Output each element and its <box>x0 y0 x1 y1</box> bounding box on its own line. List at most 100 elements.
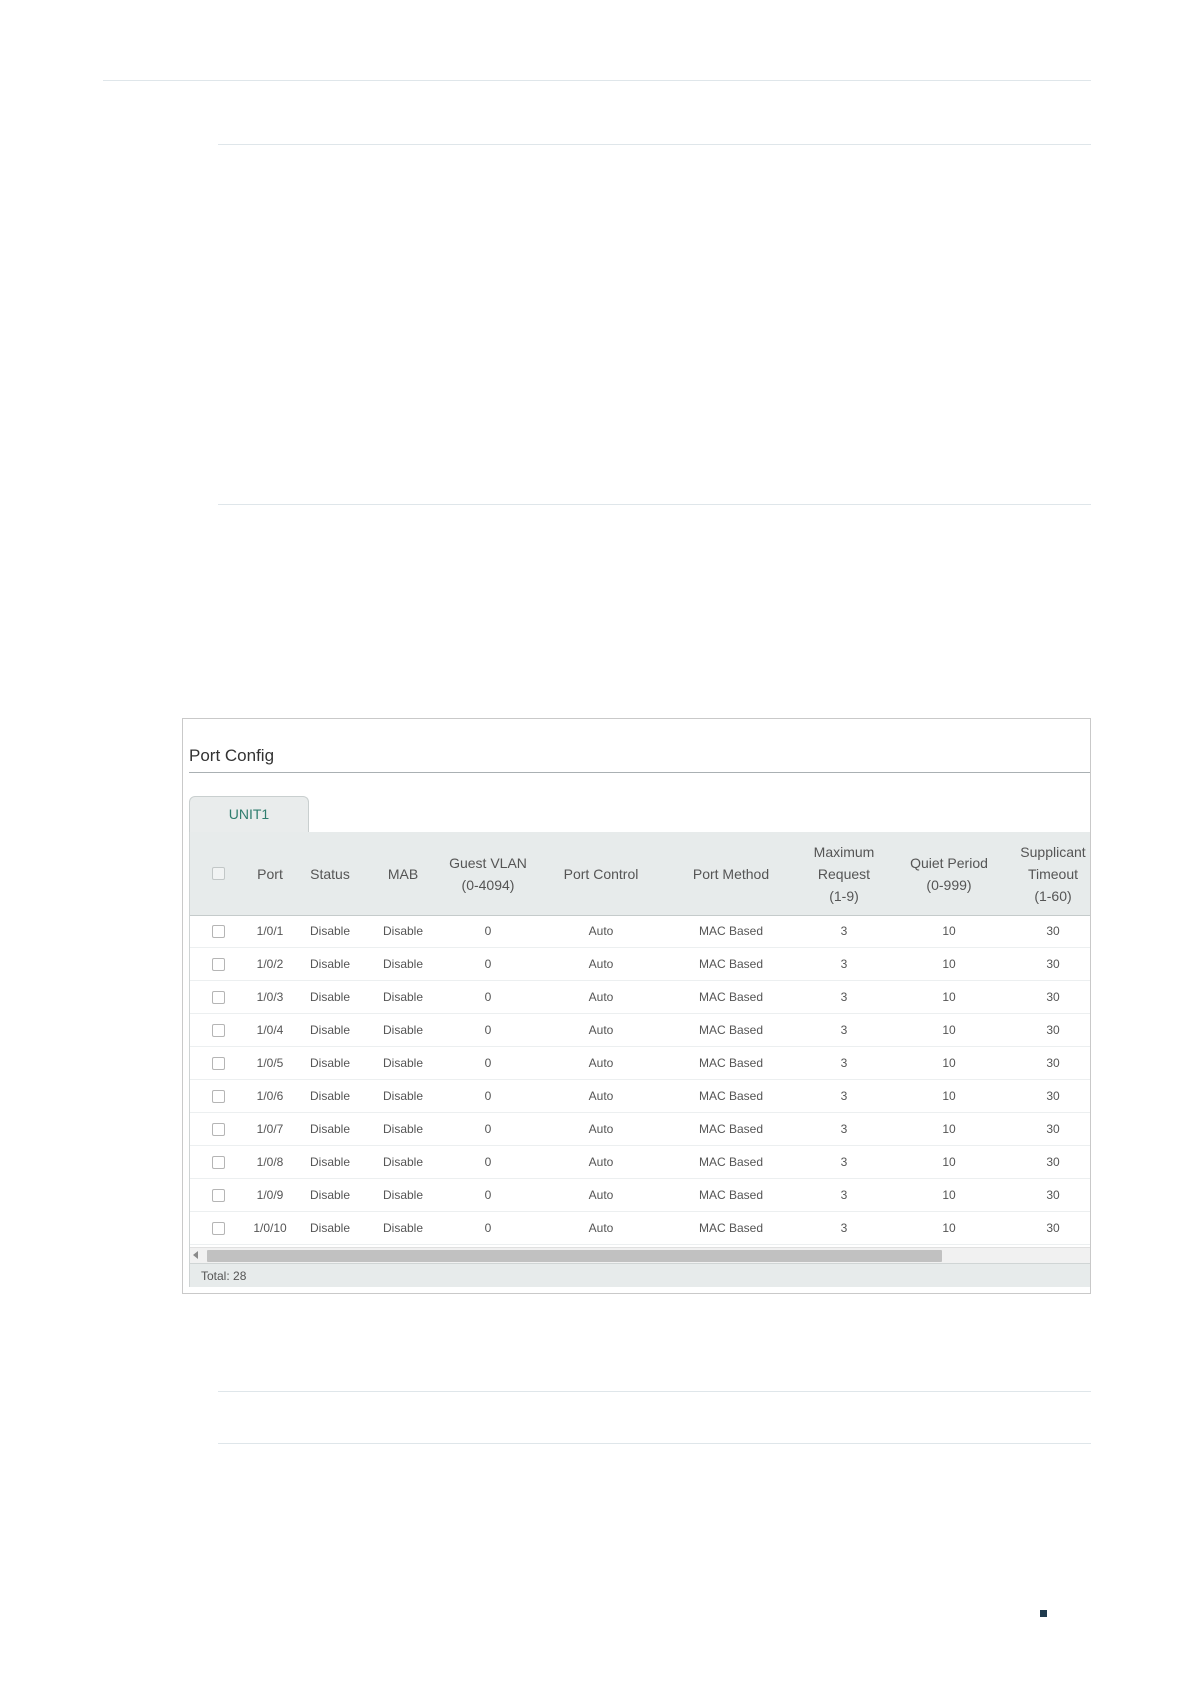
port-cell: 1/0/5 <box>256 1056 284 1070</box>
title-divider <box>189 772 1090 773</box>
port-method-cell: MAC Based <box>698 1188 764 1202</box>
mab-cell: Disable <box>382 924 424 938</box>
table-row[interactable]: 1/0/1 Disable Disable 0 Auto MAC Based 3 10 30 <box>190 915 1090 948</box>
table-row[interactable]: 1/0/8 Disable Disable 0 Auto MAC Based 3 10 30 <box>190 1146 1090 1179</box>
status-cell: Disable <box>309 1221 351 1235</box>
mab-cell: Disable <box>382 1089 424 1103</box>
port-control-cell: Auto <box>588 1155 614 1169</box>
port-cell: 1/0/4 <box>256 1023 284 1037</box>
supplicant-timeout-cell: 30 <box>1046 1155 1060 1169</box>
port-cell: 1/0/9 <box>256 1188 284 1202</box>
table-header: Port Status MAB Guest VLAN (0-4094) Port… <box>190 832 1090 916</box>
row-checkbox[interactable] <box>211 924 225 938</box>
guest-vlan-cell: 0 <box>484 1023 492 1037</box>
column-header-port-control[interactable]: Port Control <box>536 832 666 915</box>
status-cell: Disable <box>309 1122 351 1136</box>
quiet-period-cell: 10 <box>942 1155 956 1169</box>
scrollbar-thumb[interactable] <box>207 1250 942 1262</box>
quiet-period-cell: 10 <box>942 924 956 938</box>
row-checkbox-cell <box>190 1047 246 1079</box>
port-method-cell: MAC Based <box>698 1023 764 1037</box>
row-checkbox[interactable] <box>211 1023 225 1037</box>
row-checkbox-cell <box>190 1146 246 1178</box>
port-method-cell: MAC Based <box>698 1056 764 1070</box>
table-row[interactable]: 1/0/10 Disable Disable 0 Auto MAC Based 3 10 30 <box>190 1212 1090 1245</box>
port-control-cell: Auto <box>588 1188 614 1202</box>
row-checkbox[interactable] <box>211 1221 225 1235</box>
port-method-cell: MAC Based <box>698 1122 764 1136</box>
row-checkbox-cell <box>190 948 246 980</box>
quiet-period-cell: 10 <box>942 957 956 971</box>
column-header-supplicant-timeout[interactable]: Supplicant Timeout (1-60) <box>1006 832 1090 915</box>
horizontal-scrollbar[interactable] <box>190 1247 1090 1264</box>
row-checkbox[interactable] <box>211 1056 225 1070</box>
table-row[interactable]: 1/0/4 Disable Disable 0 Auto MAC Based 3 10 30 <box>190 1014 1090 1047</box>
max-request-cell: 3 <box>840 990 848 1004</box>
row-checkbox[interactable] <box>211 1089 225 1103</box>
port-control-cell: Auto <box>588 1023 614 1037</box>
supplicant-timeout-cell: 30 <box>1046 1221 1060 1235</box>
table-row[interactable]: 1/0/5 Disable Disable 0 Auto MAC Based 3 10 30 <box>190 1047 1090 1080</box>
column-header-guest-vlan[interactable]: Guest VLAN (0-4094) <box>440 832 536 915</box>
row-checkbox-cell <box>190 1080 246 1112</box>
mab-cell: Disable <box>382 1221 424 1235</box>
status-cell: Disable <box>309 1089 351 1103</box>
port-method-cell: MAC Based <box>698 990 764 1004</box>
table-row[interactable]: 1/0/6 Disable Disable 0 Auto MAC Based 3 10 30 <box>190 1080 1090 1113</box>
port-control-cell: Auto <box>588 990 614 1004</box>
supplicant-timeout-cell: 30 <box>1046 1089 1060 1103</box>
page-marker-icon <box>1040 1610 1047 1617</box>
status-cell: Disable <box>309 957 351 971</box>
column-header-maximum-request[interactable]: Maximum Request (1-9) <box>796 832 892 915</box>
mab-cell: Disable <box>382 1122 424 1136</box>
select-all-cell <box>190 832 246 915</box>
port-config-table: Port Status MAB Guest VLAN (0-4094) Port… <box>189 832 1090 1287</box>
row-checkbox[interactable] <box>211 1122 225 1136</box>
tab-unit1[interactable]: UNIT1 <box>189 796 309 832</box>
row-checkbox[interactable] <box>211 1155 225 1169</box>
quiet-period-cell: 10 <box>942 1188 956 1202</box>
row-checkbox-cell <box>190 1212 246 1244</box>
row-checkbox-cell <box>190 1179 246 1211</box>
port-control-cell: Auto <box>588 1221 614 1235</box>
table-row[interactable]: 1/0/9 Disable Disable 0 Auto MAC Based 3 10 30 <box>190 1179 1090 1212</box>
total-count: Total: 28 <box>201 1269 247 1283</box>
column-header-port[interactable]: Port <box>246 832 294 915</box>
column-header-quiet-period[interactable]: Quiet Period (0-999) <box>892 832 1006 915</box>
port-cell: 1/0/7 <box>256 1122 284 1136</box>
row-checkbox-cell <box>190 981 246 1013</box>
guest-vlan-cell: 0 <box>484 924 492 938</box>
section-rule-1 <box>218 144 1091 145</box>
mab-cell: Disable <box>382 1155 424 1169</box>
max-request-cell: 3 <box>840 1023 848 1037</box>
guest-vlan-cell: 0 <box>484 1221 492 1235</box>
table-footer: Total: 28 <box>190 1263 1090 1287</box>
table-row[interactable]: 1/0/2 Disable Disable 0 Auto MAC Based 3 10 30 <box>190 948 1090 981</box>
quiet-period-cell: 10 <box>942 1122 956 1136</box>
port-method-cell: MAC Based <box>698 957 764 971</box>
table-row[interactable]: 1/0/7 Disable Disable 0 Auto MAC Based 3 10 30 <box>190 1113 1090 1146</box>
row-checkbox[interactable] <box>211 1188 225 1202</box>
port-control-cell: Auto <box>588 924 614 938</box>
mab-cell: Disable <box>382 1056 424 1070</box>
guest-vlan-cell: 0 <box>484 1122 492 1136</box>
row-checkbox[interactable] <box>211 957 225 971</box>
quiet-period-cell: 10 <box>942 990 956 1004</box>
table-row[interactable]: 1/0/3 Disable Disable 0 Auto MAC Based 3 10 30 <box>190 981 1090 1014</box>
row-checkbox-cell <box>190 1113 246 1145</box>
quiet-period-cell: 10 <box>942 1089 956 1103</box>
scroll-left-arrow-icon[interactable] <box>193 1251 198 1259</box>
port-cell: 1/0/2 <box>256 957 284 971</box>
max-request-cell: 3 <box>840 1221 848 1235</box>
max-request-cell: 3 <box>840 1188 848 1202</box>
port-cell: 1/0/3 <box>256 990 284 1004</box>
row-checkbox[interactable] <box>211 990 225 1004</box>
select-all-checkbox[interactable] <box>211 867 225 880</box>
column-header-mab[interactable]: MAB <box>366 832 440 915</box>
max-request-cell: 3 <box>840 1122 848 1136</box>
port-control-cell: Auto <box>588 957 614 971</box>
port-cell: 1/0/6 <box>256 1089 284 1103</box>
port-method-cell: MAC Based <box>698 1089 764 1103</box>
column-header-status[interactable]: Status <box>294 832 366 915</box>
column-header-port-method[interactable]: Port Method <box>666 832 796 915</box>
